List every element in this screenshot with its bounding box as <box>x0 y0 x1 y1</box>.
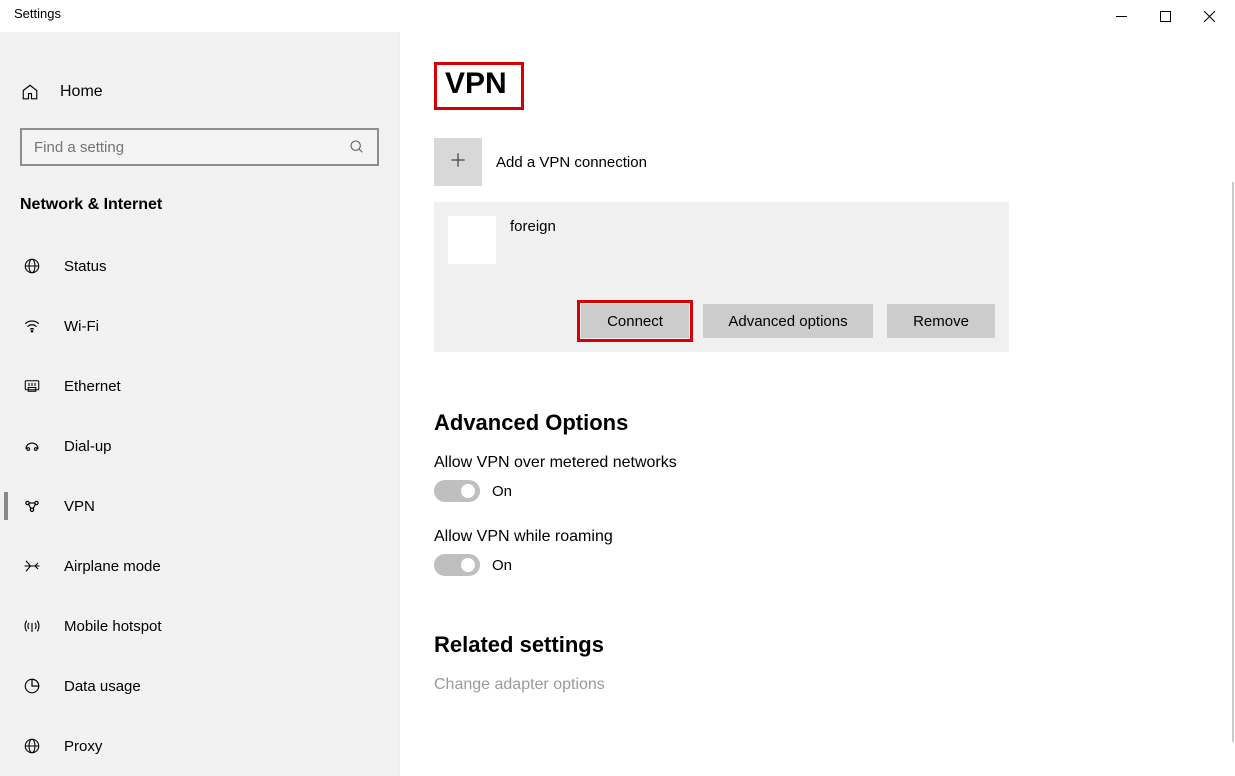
sidebar-item-label: Dial-up <box>64 438 112 455</box>
sidebar-item-label: VPN <box>64 498 95 515</box>
connect-button[interactable]: Connect <box>581 304 689 338</box>
search-input[interactable] <box>32 138 347 157</box>
content-scrollbar[interactable] <box>1232 182 1234 742</box>
metered-toggle[interactable] <box>434 480 480 502</box>
titlebar: Settings <box>0 0 1235 32</box>
content-area: VPN Add a VPN connection foreign <box>400 32 1235 776</box>
roaming-label: Allow VPN while roaming <box>434 528 1234 546</box>
add-vpn-row[interactable]: Add a VPN connection <box>434 138 1234 186</box>
sidebar-item-ethernet[interactable]: Ethernet <box>0 356 399 416</box>
maximize-button[interactable] <box>1143 2 1187 30</box>
sidebar-item-label: Status <box>64 258 107 275</box>
dialup-icon <box>22 436 42 456</box>
advanced-options-heading: Advanced Options <box>434 410 1234 436</box>
sidebar-item-label: Mobile hotspot <box>64 618 162 635</box>
roaming-toggle[interactable] <box>434 554 480 576</box>
roaming-state: On <box>492 557 512 574</box>
sidebar-item-datausage[interactable]: Data usage <box>0 656 399 716</box>
vpn-connection-name: foreign <box>510 216 556 235</box>
vpn-icon <box>22 496 42 516</box>
globe-icon <box>22 256 42 276</box>
add-vpn-label: Add a VPN connection <box>496 154 647 171</box>
hotspot-icon <box>22 616 42 636</box>
airplane-icon <box>22 556 42 576</box>
sidebar-item-label: Airplane mode <box>64 558 161 575</box>
vpn-connection-icon <box>448 216 496 264</box>
plus-icon <box>448 150 468 174</box>
proxy-icon <box>22 736 42 756</box>
sidebar-group-title: Network & Internet <box>0 176 399 236</box>
ethernet-icon <box>22 376 42 396</box>
vpn-connection-item[interactable]: foreign Connect Advanced options Remove <box>434 202 1009 352</box>
sidebar-item-airplane[interactable]: Airplane mode <box>0 536 399 596</box>
settings-window: Settings Home <box>0 0 1235 776</box>
close-button[interactable] <box>1187 2 1231 30</box>
metered-state: On <box>492 483 512 500</box>
page-title-wrap: VPN <box>434 62 524 110</box>
window-controls <box>1099 2 1231 30</box>
add-vpn-tile[interactable] <box>434 138 482 186</box>
metered-label: Allow VPN over metered networks <box>434 454 1234 472</box>
sidebar-item-wifi[interactable]: Wi-Fi <box>0 296 399 356</box>
sidebar: Home Network & Internet <box>0 32 400 776</box>
home-icon <box>20 82 40 102</box>
page-title: VPN <box>434 62 524 110</box>
window-title: Settings <box>14 6 61 21</box>
sidebar-item-label: Ethernet <box>64 378 121 395</box>
remove-button[interactable]: Remove <box>887 304 995 338</box>
sidebar-item-label: Wi-Fi <box>64 318 99 335</box>
related-settings-heading: Related settings <box>434 632 1234 658</box>
sidebar-item-status[interactable]: Status <box>0 236 399 296</box>
minimize-button[interactable] <box>1099 2 1143 30</box>
search-icon <box>347 137 367 157</box>
sidebar-item-label: Data usage <box>64 678 141 695</box>
change-adapter-link[interactable]: Change adapter options <box>434 676 1234 694</box>
home-label: Home <box>60 83 103 101</box>
data-usage-icon <box>22 676 42 696</box>
advanced-options-button[interactable]: Advanced options <box>703 304 873 338</box>
wifi-icon <box>22 316 42 336</box>
home-link[interactable]: Home <box>0 66 399 118</box>
sidebar-item-hotspot[interactable]: Mobile hotspot <box>0 596 399 656</box>
sidebar-item-dialup[interactable]: Dial-up <box>0 416 399 476</box>
sidebar-item-label: Proxy <box>64 738 102 755</box>
search-input-wrap[interactable] <box>20 128 379 166</box>
sidebar-item-vpn[interactable]: VPN <box>0 476 399 536</box>
sidebar-item-proxy[interactable]: Proxy <box>0 716 399 776</box>
